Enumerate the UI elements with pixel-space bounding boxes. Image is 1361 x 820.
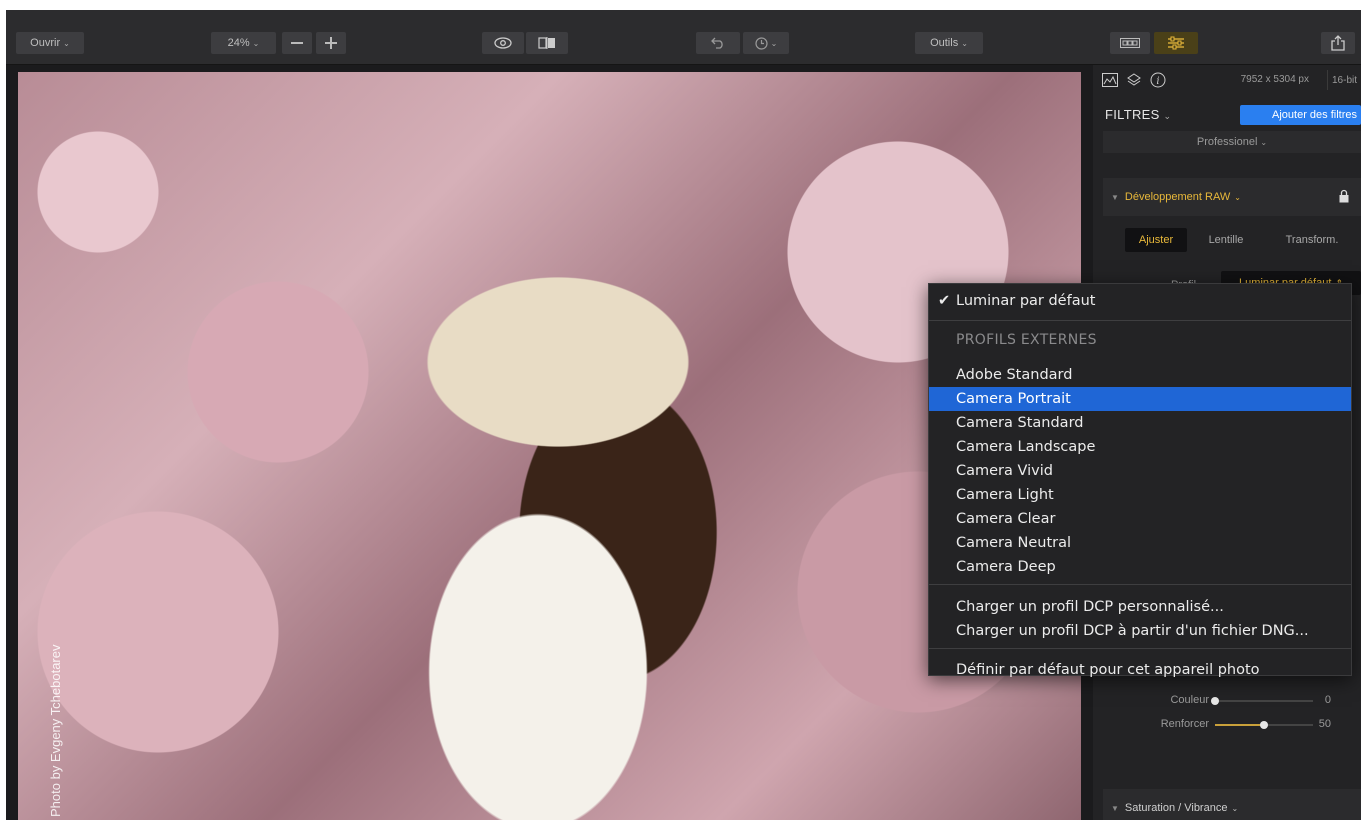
saturation-section[interactable]: ▼ Saturation / Vibrance ⌄ [1103,789,1361,820]
zoom-out-button[interactable] [282,32,312,54]
add-filters-button[interactable]: Ajouter des filtres [1240,105,1361,125]
chevron-down-icon: ⌄ [1234,192,1241,202]
filmstrip-toggle[interactable] [1110,32,1150,54]
raw-develop-section[interactable]: ▼ Développement RAW ⌄ [1103,178,1361,216]
couleur-slider[interactable] [1211,697,1313,705]
share-icon [1331,35,1345,51]
chevron-down-icon: ⌄ [1260,137,1268,147]
preview-button[interactable] [482,32,524,54]
tools-menu-button[interactable]: Outils ⌄ [915,32,983,54]
workspace-label: Professionel [1196,136,1258,148]
renforcer-value: 50 [1318,718,1331,730]
svg-text:i: i [1156,76,1159,87]
tools-label: Outils [930,37,959,49]
renforcer-label: Renforcer [1160,718,1209,730]
info-icon[interactable]: i [1149,71,1167,89]
open-label: Ouvrir [30,37,61,49]
bit-depth: 16-bit [1326,70,1361,90]
renforcer-slider-fill [1215,724,1264,726]
load-dcp-from-dng-item[interactable]: Charger un profil DCP à partir d'un fich… [929,619,1351,643]
filmstrip-icon [1120,38,1140,48]
menu-item-luminar-default[interactable]: ✔ Luminar par défaut [929,289,1351,313]
collapse-triangle-icon: ▼ [1111,192,1119,202]
workspace-select[interactable]: Professionel ⌄ [1103,131,1361,153]
chevron-down-icon: ⌄ [770,38,778,48]
checkmark-icon: ✔ [938,293,951,309]
lock-icon[interactable] [1339,189,1349,203]
collapse-triangle-icon: ▼ [1111,803,1119,813]
profile-item-camera-deep[interactable]: Camera Deep [929,555,1351,579]
load-custom-dcp-item[interactable]: Charger un profil DCP personnalisé... [929,595,1351,619]
zoom-select[interactable]: 24% ⌄ [211,32,276,54]
split-view-icon [538,37,555,49]
saturation-section-title: Saturation / Vibrance [1124,802,1228,814]
histogram-icon[interactable] [1101,71,1119,89]
raw-section-title: Développement RAW [1124,191,1231,203]
chevron-down-icon: ⌄ [1163,111,1172,121]
couleur-label: Couleur [1170,694,1209,706]
chevron-down-icon: ⌄ [63,38,70,48]
set-default-camera-item[interactable]: Définir par défaut pour cet appareil pho… [929,658,1351,682]
menu-separator [929,648,1351,649]
plus-icon [325,37,337,49]
menu-separator [929,320,1351,321]
profile-item-camera-neutral[interactable]: Camera Neutral [929,531,1351,555]
zoom-in-button[interactable] [316,32,346,54]
compare-button[interactable] [526,32,568,54]
panel-header: i 7952 x 5304 px 16-bit [1093,65,1361,95]
zoom-value: 24% [227,37,250,49]
profile-item-adobe-standard[interactable]: Adobe Standard [929,363,1351,387]
profile-item-camera-standard[interactable]: Camera Standard [929,411,1351,435]
filters-menu[interactable]: FILTRES ⌄ [1105,107,1171,122]
image-dimensions: 7952 x 5304 px [1240,74,1309,85]
filters-label: FILTRES [1105,107,1160,122]
profile-dropdown-menu: ✔ Luminar par défaut PROFILS EXTERNES Ad… [928,283,1352,678]
layers-icon[interactable] [1125,71,1143,89]
tab-lentille[interactable]: Lentille [1195,228,1257,252]
menu-separator [929,584,1351,585]
couleur-value: 0 [1324,694,1331,706]
couleur-slider-knob[interactable] [1211,697,1219,705]
profile-item-camera-clear[interactable]: Camera Clear [929,507,1351,531]
profile-item-camera-portrait[interactable]: Camera Portrait [929,387,1351,411]
undo-button[interactable] [696,32,740,54]
top-toolbar: Ouvrir ⌄ 24% ⌄ ⌄ Outils ⌄ [6,10,1361,65]
couleur-slider-row: Couleur 0 [1103,691,1361,711]
share-button[interactable] [1321,32,1355,54]
profile-item-camera-landscape[interactable]: Camera Landscape [929,435,1351,459]
sliders-icon [1168,36,1184,50]
photo-credit: Photo by Evgeny Tchebotarev [48,644,63,818]
profile-item-camera-vivid[interactable]: Camera Vivid [929,459,1351,483]
tab-ajuster[interactable]: Ajuster [1125,228,1187,252]
chevron-down-icon: ⌄ [961,38,968,48]
renforcer-slider[interactable] [1215,721,1313,729]
luminar-window: Ouvrir ⌄ 24% ⌄ ⌄ Outils ⌄ Photo by Evgen… [6,10,1361,820]
minus-icon [291,42,303,44]
renforcer-slider-row: Renforcer 50 [1103,715,1361,735]
open-menu-button[interactable]: Ouvrir ⌄ [16,32,84,54]
raw-tabs: Ajuster Lentille Transform. [1103,228,1361,252]
chevron-down-icon: ⌄ [252,38,260,48]
history-button[interactable]: ⌄ [743,32,789,54]
eye-icon [494,37,512,49]
renforcer-slider-knob[interactable] [1260,721,1268,729]
menu-item-label: Luminar par défaut [956,293,1096,309]
external-profiles-header: PROFILS EXTERNES [956,332,1097,348]
undo-icon [711,37,723,49]
profile-item-camera-light[interactable]: Camera Light [929,483,1351,507]
photo-canvas[interactable]: Photo by Evgeny Tchebotarev [18,72,1081,820]
clock-icon [755,36,768,50]
filters-panel-toggle[interactable] [1154,32,1198,54]
tab-transform[interactable]: Transform. [1271,228,1353,252]
chevron-down-icon: ⌄ [1231,803,1239,813]
